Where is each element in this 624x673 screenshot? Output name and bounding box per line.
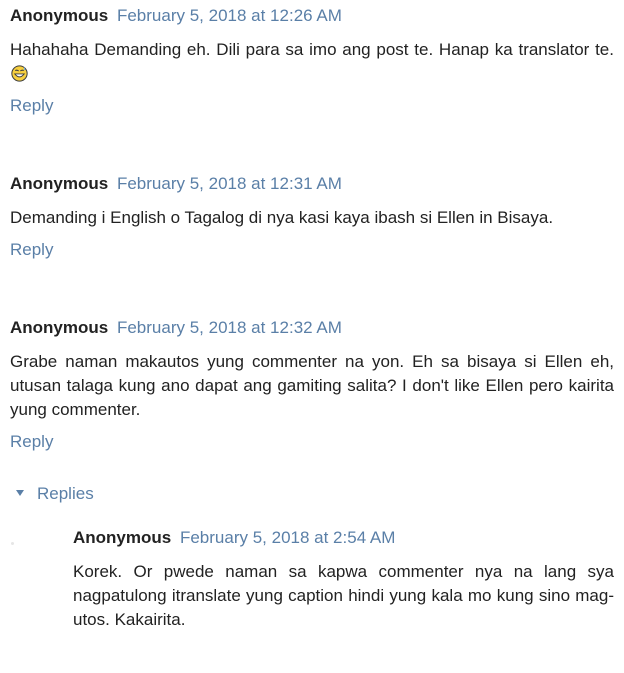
comment-header: Anonymous February 5, 2018 at 12:26 AM [10,5,614,27]
grinning-sweat-face-icon [11,65,28,82]
reply-button[interactable]: Reply [10,96,53,116]
reply-body: Korek. Or pwede naman sa kapwa commenter… [73,562,614,629]
comment-header: Anonymous February 5, 2018 at 12:31 AM [10,173,614,195]
nested-reply: Anonymous February 5, 2018 at 2:54 AM Ko… [73,527,614,632]
reply-author[interactable]: Anonymous [73,528,171,547]
comment-1: Anonymous February 5, 2018 at 12:26 AM H… [10,5,614,115]
comment-body: Hahahaha Demanding eh. Dili para sa imo … [10,38,614,86]
reply-button[interactable]: Reply [10,432,53,452]
comment-2: Anonymous February 5, 2018 at 12:31 AM D… [10,173,614,259]
comment-author[interactable]: Anonymous [10,174,108,193]
reply-button[interactable]: Reply [10,240,53,260]
comment-timestamp-link[interactable]: February 5, 2018 at 12:32 AM [117,318,342,337]
comment-body: Grabe naman makautos yung commenter na y… [10,352,614,419]
comment-text: Hahahaha Demanding eh. Dili para sa imo … [10,40,614,59]
comment-author[interactable]: Anonymous [10,6,108,25]
comment-3: Anonymous February 5, 2018 at 12:32 AM G… [10,317,614,451]
reply-header: Anonymous February 5, 2018 at 2:54 AM [73,527,614,549]
replies-toggle-label: Replies [37,484,94,503]
replies-toggle[interactable]: Replies [16,483,94,505]
thread-marker [11,542,14,545]
comment-header: Anonymous February 5, 2018 at 12:32 AM [10,317,614,339]
comment-timestamp-link[interactable]: February 5, 2018 at 12:31 AM [117,174,342,193]
caret-down-icon [16,489,24,496]
comment-body: Demanding i English o Tagalog di nya kas… [10,208,554,227]
reply-timestamp-link[interactable]: February 5, 2018 at 2:54 AM [180,528,395,547]
comment-author[interactable]: Anonymous [10,318,108,337]
comment-timestamp-link[interactable]: February 5, 2018 at 12:26 AM [117,6,342,25]
